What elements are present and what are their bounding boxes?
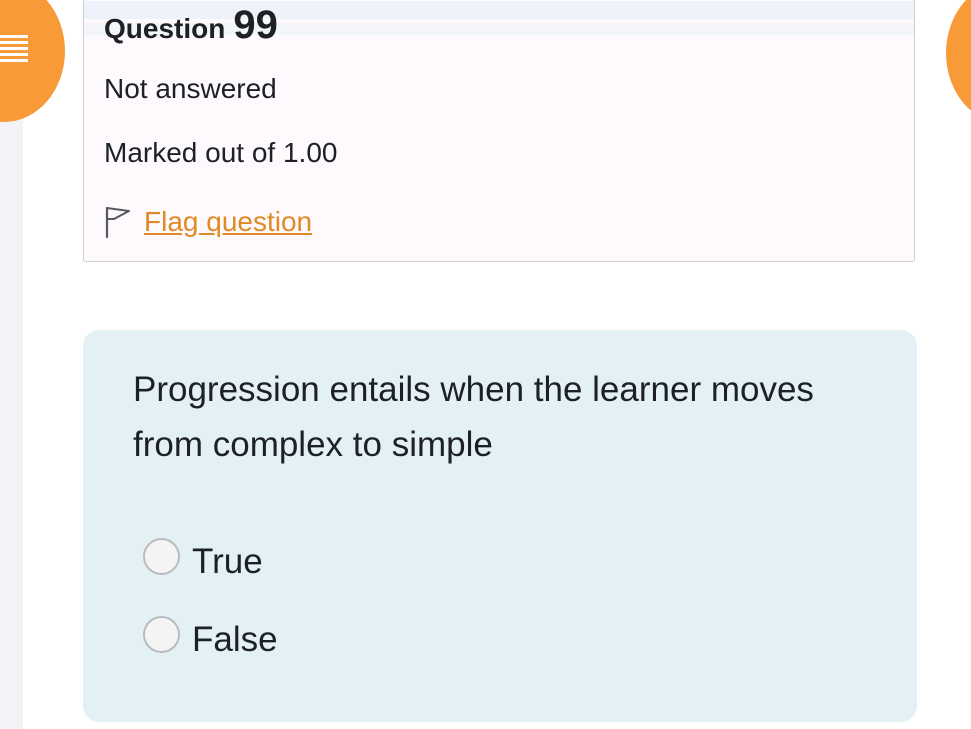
question-info-panel: Question 99 Not answered Marked out of 1.… — [83, 0, 915, 262]
flag-question-button[interactable]: Flag question — [104, 202, 312, 242]
flag-outline-icon — [105, 206, 130, 239]
question-marks: Marked out of 1.00 — [104, 137, 338, 168]
question-text: Progression entails when the learner mov… — [133, 370, 814, 464]
flag-question-link[interactable]: Flag question — [144, 206, 312, 238]
question-label: Question — [104, 13, 226, 44]
menu-icon — [0, 35, 28, 65]
question-number: 99 — [233, 3, 278, 47]
radio-true[interactable] — [143, 537, 180, 575]
answer-option-true[interactable]: True — [143, 536, 263, 581]
course-index-toggle-button[interactable] — [0, 0, 65, 122]
question-status: Not answered — [104, 73, 277, 104]
answer-label-false[interactable]: False — [192, 620, 278, 660]
question-content-panel: Progression entails when the learner mov… — [83, 330, 917, 722]
answer-option-false[interactable]: False — [143, 614, 278, 659]
question-heading: Question 99 — [104, 3, 278, 48]
radio-false[interactable] — [143, 615, 180, 653]
answer-label-true[interactable]: True — [192, 542, 263, 582]
right-drawer-toggle-button[interactable] — [946, 0, 971, 124]
quiz-page: Question 99 Not answered Marked out of 1.… — [0, 0, 971, 729]
